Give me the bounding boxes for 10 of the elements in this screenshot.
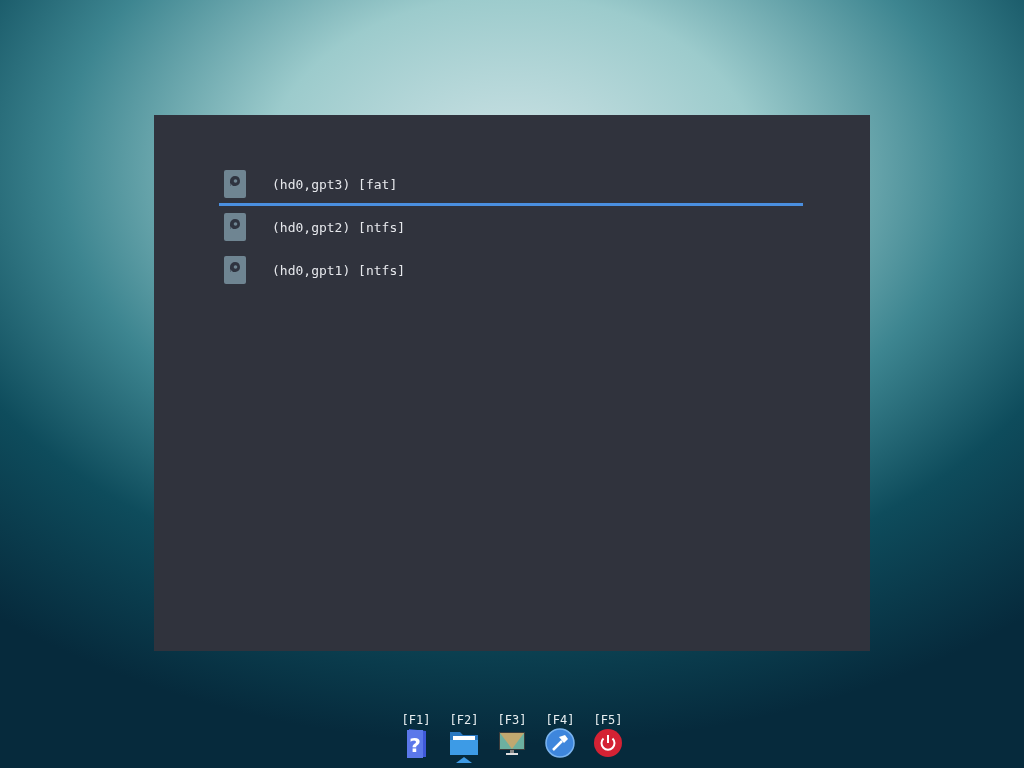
- boot-entry[interactable]: (hd0,gpt2) [ntfs]: [219, 208, 803, 249]
- hotkey-label: [F3]: [497, 713, 527, 727]
- boot-entry[interactable]: (hd0,gpt3) [fat]: [219, 165, 803, 206]
- power-icon[interactable]: [592, 728, 624, 758]
- hotkey-label: [F4]: [545, 713, 575, 727]
- hotkey-label: [F2]: [449, 713, 479, 727]
- hotkey-label: [F1]: [401, 713, 431, 727]
- boot-entry[interactable]: (hd0,gpt1) [ntfs]: [219, 251, 803, 292]
- hammer-icon[interactable]: [544, 728, 576, 758]
- hotkey-label: [F5]: [593, 713, 623, 727]
